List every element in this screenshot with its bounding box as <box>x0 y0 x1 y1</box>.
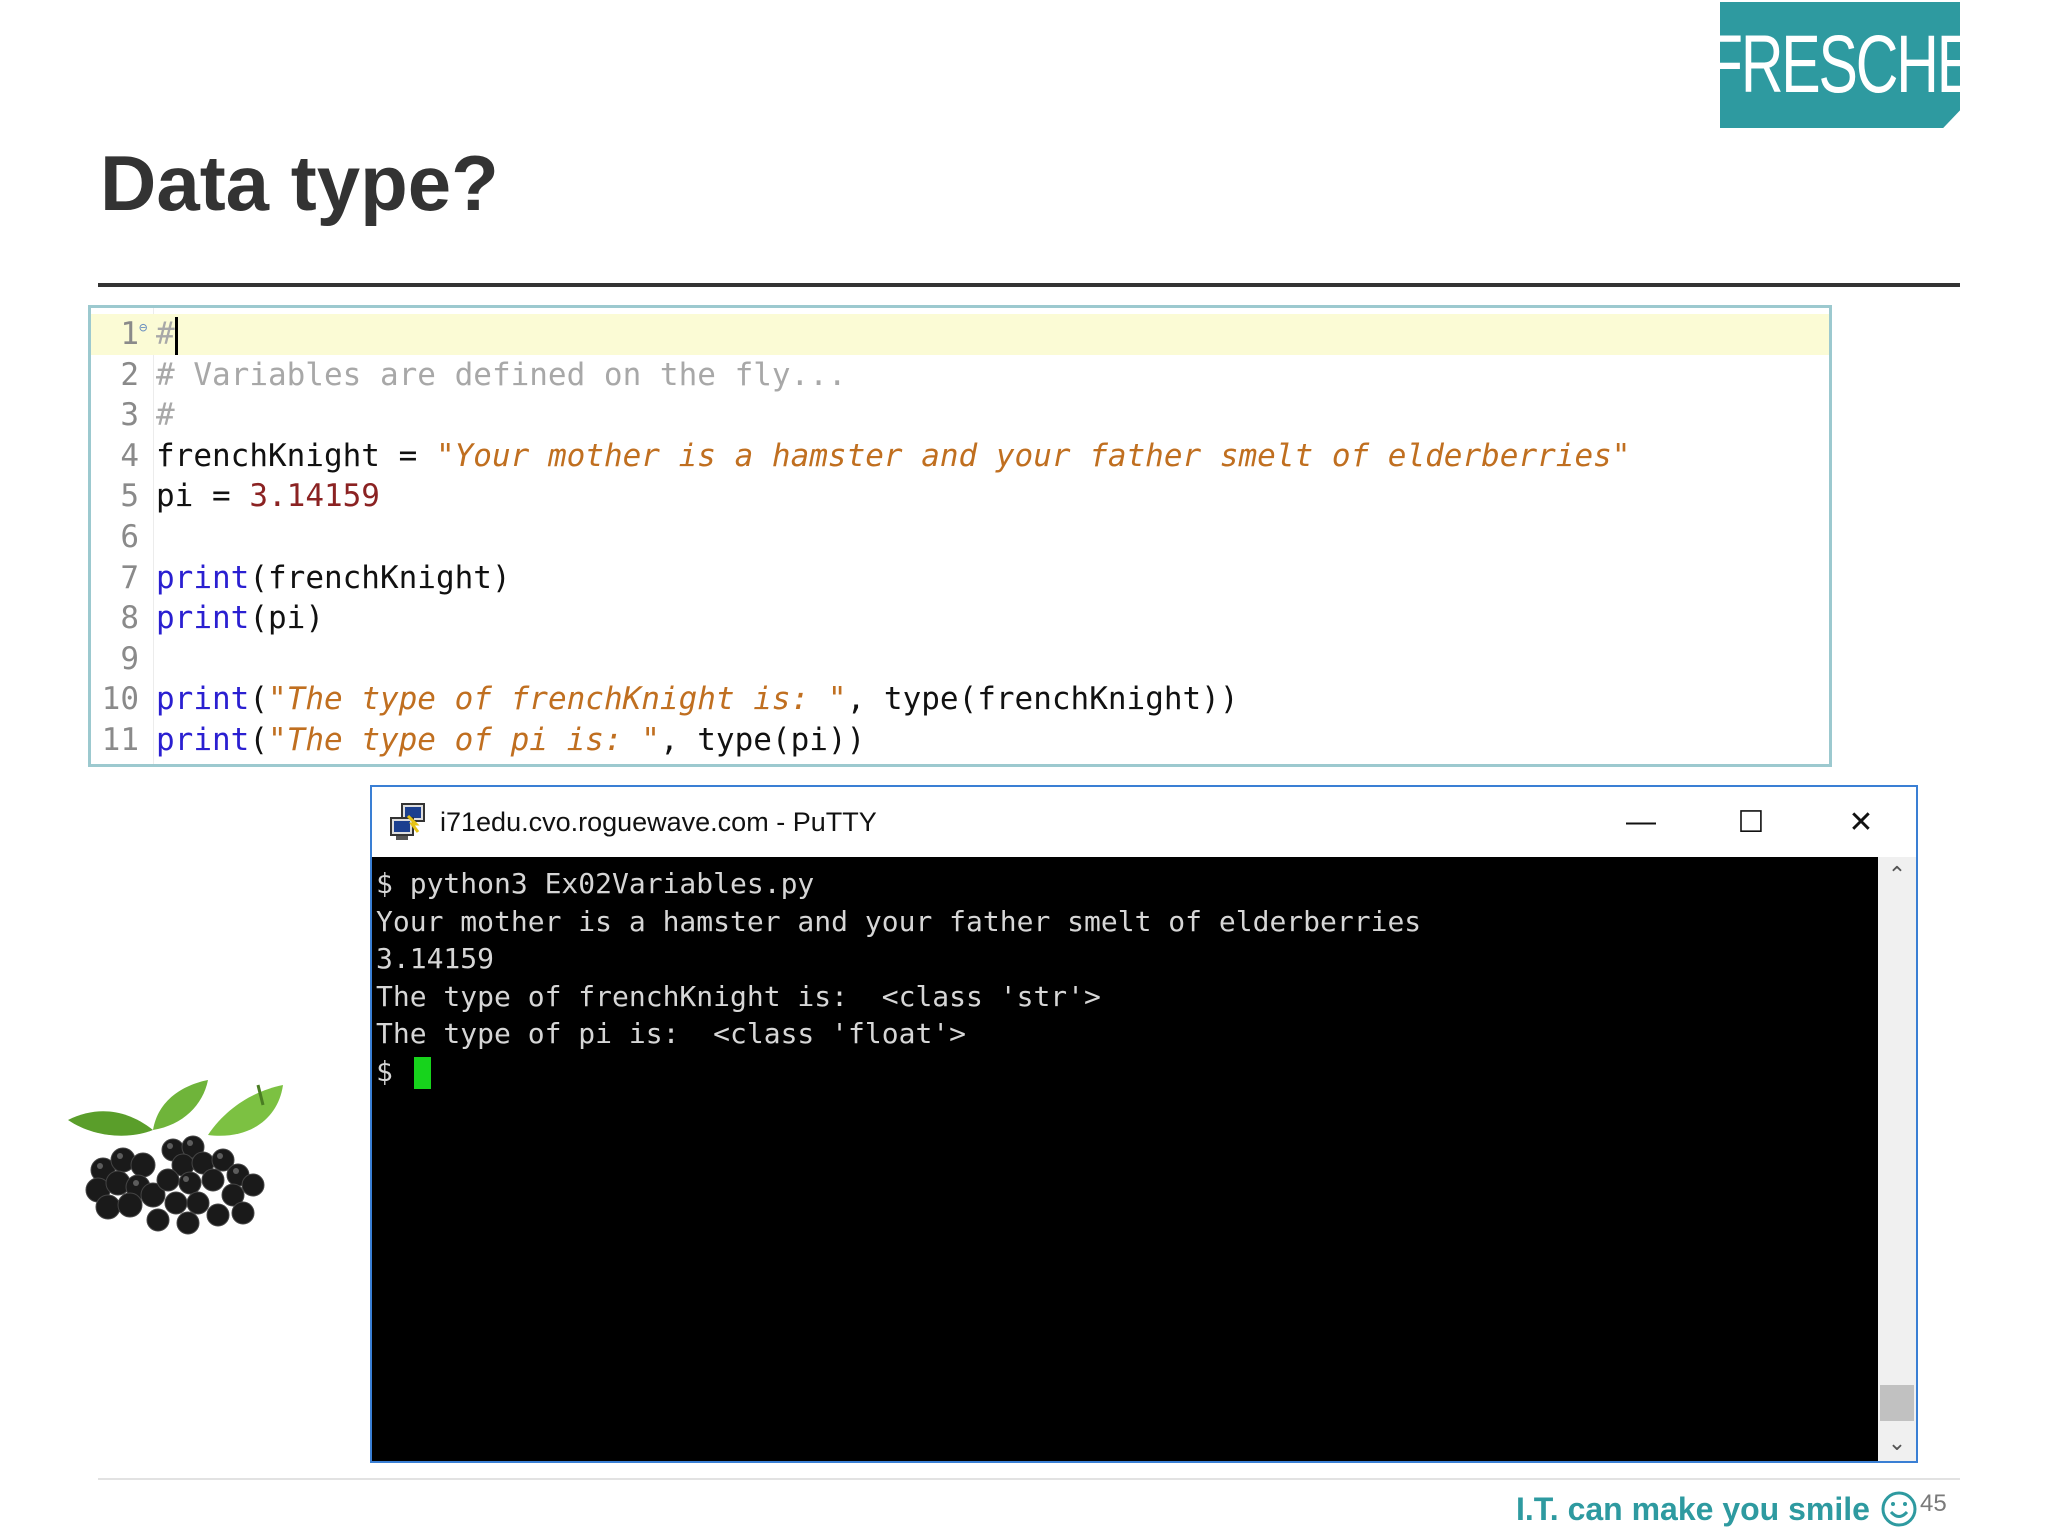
code-token: , type(pi)) <box>659 721 866 758</box>
code-text: print(pi) <box>156 598 324 639</box>
line-number: 9 <box>120 640 139 677</box>
code-editor[interactable]: 1 ⊖ #2 # Variables are defined on the fly..… <box>88 305 1832 767</box>
code-token: # Variables are defined on the fly... <box>156 356 847 393</box>
code-token: ( <box>249 721 268 758</box>
code-text: frenchKnight = "Your mother is a hamster… <box>156 436 1630 477</box>
terminal-output[interactable]: $ python3 Ex02Variables.py Your mother is… <box>372 857 1880 1461</box>
terminal-scrollbar[interactable]: ⌃ ⌄ <box>1878 857 1916 1461</box>
code-line[interactable]: 2 # Variables are defined on the fly... <box>91 355 1829 396</box>
putty-window[interactable]: i71edu.cvo.roguewave.com - PuTTY — ☐ ✕ $… <box>370 785 1918 1463</box>
blackberries-image <box>68 1080 283 1235</box>
code-token: "Your mother is a hamster and your fathe… <box>435 437 1631 474</box>
scroll-down-icon[interactable]: ⌄ <box>1878 1425 1916 1461</box>
scrollbar-thumb[interactable] <box>1880 1385 1914 1421</box>
code-text: # <box>156 314 178 355</box>
page-number: 45 <box>1920 1490 1947 1517</box>
footer-divider <box>98 1478 1960 1480</box>
code-token: "The type of frenchKnight is: " <box>268 681 847 718</box>
code-text: print("The type of pi is: ", type(pi)) <box>156 720 865 761</box>
code-token: (pi) <box>249 600 324 637</box>
code-token: , type(frenchKnight)) <box>846 681 1239 718</box>
terminal-prompt: $ <box>376 1054 410 1088</box>
code-text: # <box>156 395 175 436</box>
code-text: print("The type of frenchKnight is: ", t… <box>156 679 1239 720</box>
code-token: (frenchKnight) <box>249 559 511 596</box>
code-line[interactable]: 10 print("The type of frenchKnight is: ",… <box>91 679 1829 720</box>
code-line[interactable]: 5 pi = 3.14159 <box>91 476 1829 517</box>
code-token: 3.14159 <box>249 478 380 515</box>
line-number: 1 <box>120 316 139 352</box>
code-token: print <box>156 600 250 637</box>
code-line[interactable]: 4 frenchKnight = "Your mother is a hamste… <box>91 436 1829 477</box>
code-token: "The type of pi is: " <box>268 721 660 758</box>
smile-icon <box>1881 1491 1917 1527</box>
tagline-text: I.T. can make you smile <box>1516 1490 1870 1527</box>
code-line[interactable]: 3 # <box>91 395 1829 436</box>
code-line[interactable]: 11 print("The type of pi is: ", type(pi)) <box>91 720 1829 761</box>
line-number: 4 <box>120 437 139 474</box>
code-text: # Variables are defined on the fly... <box>156 355 847 396</box>
code-line[interactable]: 8 print(pi) <box>91 598 1829 639</box>
line-number: 10 <box>101 681 139 718</box>
window-titlebar[interactable]: i71edu.cvo.roguewave.com - PuTTY — ☐ ✕ <box>372 787 1916 857</box>
code-token: pi = <box>156 478 250 515</box>
code-token: print <box>156 559 250 596</box>
line-number: 6 <box>120 518 139 555</box>
title-divider <box>98 283 1960 287</box>
code-token: # <box>156 397 175 434</box>
line-number: 8 <box>120 600 139 637</box>
line-number: 5 <box>120 478 139 515</box>
fresche-logo: FRESCHE <box>1720 2 1960 128</box>
code-line[interactable]: 7 print(frenchKnight) <box>91 558 1829 599</box>
code-token: frenchKnight = <box>156 437 436 474</box>
terminal-line: 3.14159 <box>376 942 495 975</box>
close-button[interactable]: ✕ <box>1806 787 1916 857</box>
code-line[interactable]: 9 <box>91 639 1829 680</box>
footer-tagline: I.T. can make you smile <box>1516 1490 1918 1528</box>
terminal-line: The type of pi is: <class 'float'> <box>376 1017 967 1050</box>
line-number: 11 <box>101 721 139 758</box>
line-number: 2 <box>120 356 139 393</box>
code-token: # <box>156 316 175 352</box>
putty-icon <box>390 803 425 840</box>
minimize-button[interactable]: — <box>1586 787 1696 857</box>
terminal-prompt-line[interactable]: $ <box>376 1053 1880 1091</box>
line-number: 3 <box>120 397 139 434</box>
code-text: pi = 3.14159 <box>156 476 380 517</box>
code-token: ( <box>249 681 268 718</box>
code-line[interactable]: 6 <box>91 517 1829 558</box>
code-token: print <box>156 721 250 758</box>
slide-title: Data type? <box>100 139 499 227</box>
window-title: i71edu.cvo.roguewave.com - PuTTY <box>440 806 877 837</box>
maximize-button[interactable]: ☐ <box>1696 787 1806 857</box>
fold-marker-icon[interactable]: ⊖ <box>139 308 147 349</box>
logo-text: FRESCHE <box>1706 19 1974 110</box>
terminal-line: The type of frenchKnight is: <class 'str… <box>376 979 1101 1013</box>
terminal-line: $ python3 Ex02Variables.py <box>376 867 815 900</box>
code-line[interactable]: 1 ⊖ # <box>91 314 1829 355</box>
code-token: print <box>156 681 250 718</box>
code-text: print(frenchKnight) <box>156 558 511 599</box>
text-caret <box>174 316 178 355</box>
terminal-line: Your mother is a hamster and your father… <box>376 904 1422 938</box>
line-number: 7 <box>120 559 139 596</box>
scroll-up-icon[interactable]: ⌃ <box>1878 857 1916 893</box>
terminal-cursor <box>413 1056 431 1089</box>
